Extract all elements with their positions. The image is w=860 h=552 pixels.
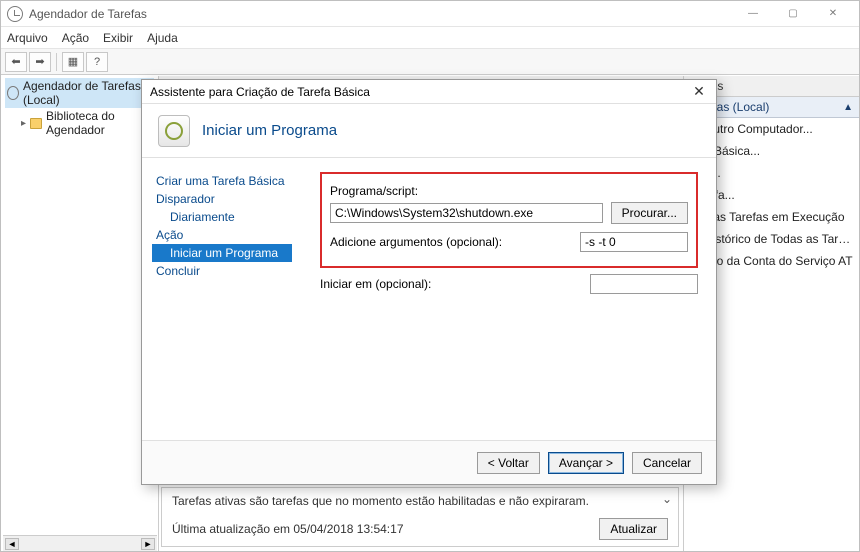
window-controls: — ▢ ✕ bbox=[733, 3, 853, 25]
tree-panel: Agendador de Tarefas (Local) ▸ Bibliotec… bbox=[1, 76, 159, 551]
nav-start-program[interactable]: Iniciar um Programa bbox=[152, 244, 292, 262]
active-tasks-panel: ⌄ Tarefas ativas são tarefas que no mome… bbox=[161, 487, 679, 547]
wizard-header-icon bbox=[158, 115, 190, 147]
folder-icon bbox=[30, 118, 42, 129]
nav-daily[interactable]: Diariamente bbox=[152, 208, 292, 226]
toolbar: ⬅ ➡ ▦ ? bbox=[1, 49, 859, 75]
basic-task-wizard: Assistente para Criação de Tarefa Básica… bbox=[141, 79, 717, 485]
startin-input[interactable] bbox=[590, 274, 698, 294]
back-button-wizard[interactable]: < Voltar bbox=[477, 452, 540, 474]
app-icon bbox=[7, 6, 23, 22]
nav-create-basic[interactable]: Criar uma Tarefa Básica bbox=[152, 172, 292, 190]
window-title: Agendador de Tarefas bbox=[29, 7, 733, 21]
args-label: Adicione argumentos (opcional): bbox=[330, 235, 530, 249]
nav-action[interactable]: Ação bbox=[152, 226, 292, 244]
main-window: Agendador de Tarefas — ▢ ✕ Arquivo Ação … bbox=[0, 0, 860, 552]
next-button[interactable]: Avançar > bbox=[548, 452, 624, 474]
menu-ajuda[interactable]: Ajuda bbox=[147, 31, 178, 45]
wizard-body: Criar uma Tarefa Básica Disparador Diari… bbox=[142, 158, 716, 440]
wizard-heading: Iniciar um Programa bbox=[202, 122, 337, 139]
wizard-form: Programa/script: Procurar... Adicione ar… bbox=[302, 158, 716, 440]
menubar: Arquivo Ação Exibir Ajuda bbox=[1, 27, 859, 49]
maximize-button[interactable]: ▢ bbox=[773, 3, 813, 25]
chevron-down-icon[interactable]: ⌄ bbox=[662, 492, 672, 506]
menu-exibir[interactable]: Exibir bbox=[103, 31, 133, 45]
refresh-button[interactable]: Atualizar bbox=[599, 518, 668, 540]
tree-hscrollbar[interactable]: ◄ ► bbox=[3, 535, 157, 551]
wizard-button-bar: < Voltar Avançar > Cancelar bbox=[142, 440, 716, 484]
startin-label: Iniciar em (opcional): bbox=[320, 277, 520, 291]
program-input[interactable] bbox=[330, 203, 603, 223]
tree-root[interactable]: Agendador de Tarefas (Local) bbox=[5, 78, 154, 108]
wizard-header: Iniciar um Programa bbox=[142, 104, 716, 158]
minimize-button[interactable]: — bbox=[733, 3, 773, 25]
program-label: Programa/script: bbox=[330, 184, 418, 198]
args-input[interactable] bbox=[580, 232, 688, 252]
wizard-titlebar: Assistente para Criação de Tarefa Básica… bbox=[142, 80, 716, 104]
titlebar: Agendador de Tarefas — ▢ ✕ bbox=[1, 1, 859, 27]
wizard-title: Assistente para Criação de Tarefa Básica bbox=[150, 85, 370, 99]
forward-button[interactable]: ➡ bbox=[29, 52, 51, 72]
back-button[interactable]: ⬅ bbox=[5, 52, 27, 72]
nav-trigger[interactable]: Disparador bbox=[152, 190, 292, 208]
tree-library[interactable]: ▸ Biblioteca do Agendador bbox=[19, 108, 154, 138]
last-update-text: Última atualização em 05/04/2018 13:54:1… bbox=[172, 522, 404, 536]
separator bbox=[56, 53, 57, 71]
toolbar-btn-1[interactable]: ▦ bbox=[62, 52, 84, 72]
tree-root-label: Agendador de Tarefas (Local) bbox=[23, 79, 154, 107]
menu-arquivo[interactable]: Arquivo bbox=[7, 31, 48, 45]
scroll-left-icon[interactable]: ◄ bbox=[5, 538, 19, 550]
tree-library-label: Biblioteca do Agendador bbox=[46, 109, 154, 137]
cancel-button[interactable]: Cancelar bbox=[632, 452, 702, 474]
wizard-close-button[interactable]: ✕ bbox=[690, 83, 708, 101]
scheduler-icon bbox=[7, 86, 19, 100]
toolbar-btn-2[interactable]: ? bbox=[86, 52, 108, 72]
collapse-icon[interactable]: ▲ bbox=[843, 102, 853, 113]
scroll-right-icon[interactable]: ► bbox=[141, 538, 155, 550]
highlighted-area: Programa/script: Procurar... Adicione ar… bbox=[320, 172, 698, 268]
wizard-nav: Criar uma Tarefa Básica Disparador Diari… bbox=[142, 158, 302, 440]
menu-acao[interactable]: Ação bbox=[62, 31, 89, 45]
nav-finish[interactable]: Concluir bbox=[152, 262, 292, 280]
close-button[interactable]: ✕ bbox=[813, 3, 853, 25]
expand-icon[interactable]: ▸ bbox=[21, 118, 26, 129]
active-tasks-text: Tarefas ativas são tarefas que no moment… bbox=[172, 494, 668, 508]
browse-button[interactable]: Procurar... bbox=[611, 202, 688, 224]
